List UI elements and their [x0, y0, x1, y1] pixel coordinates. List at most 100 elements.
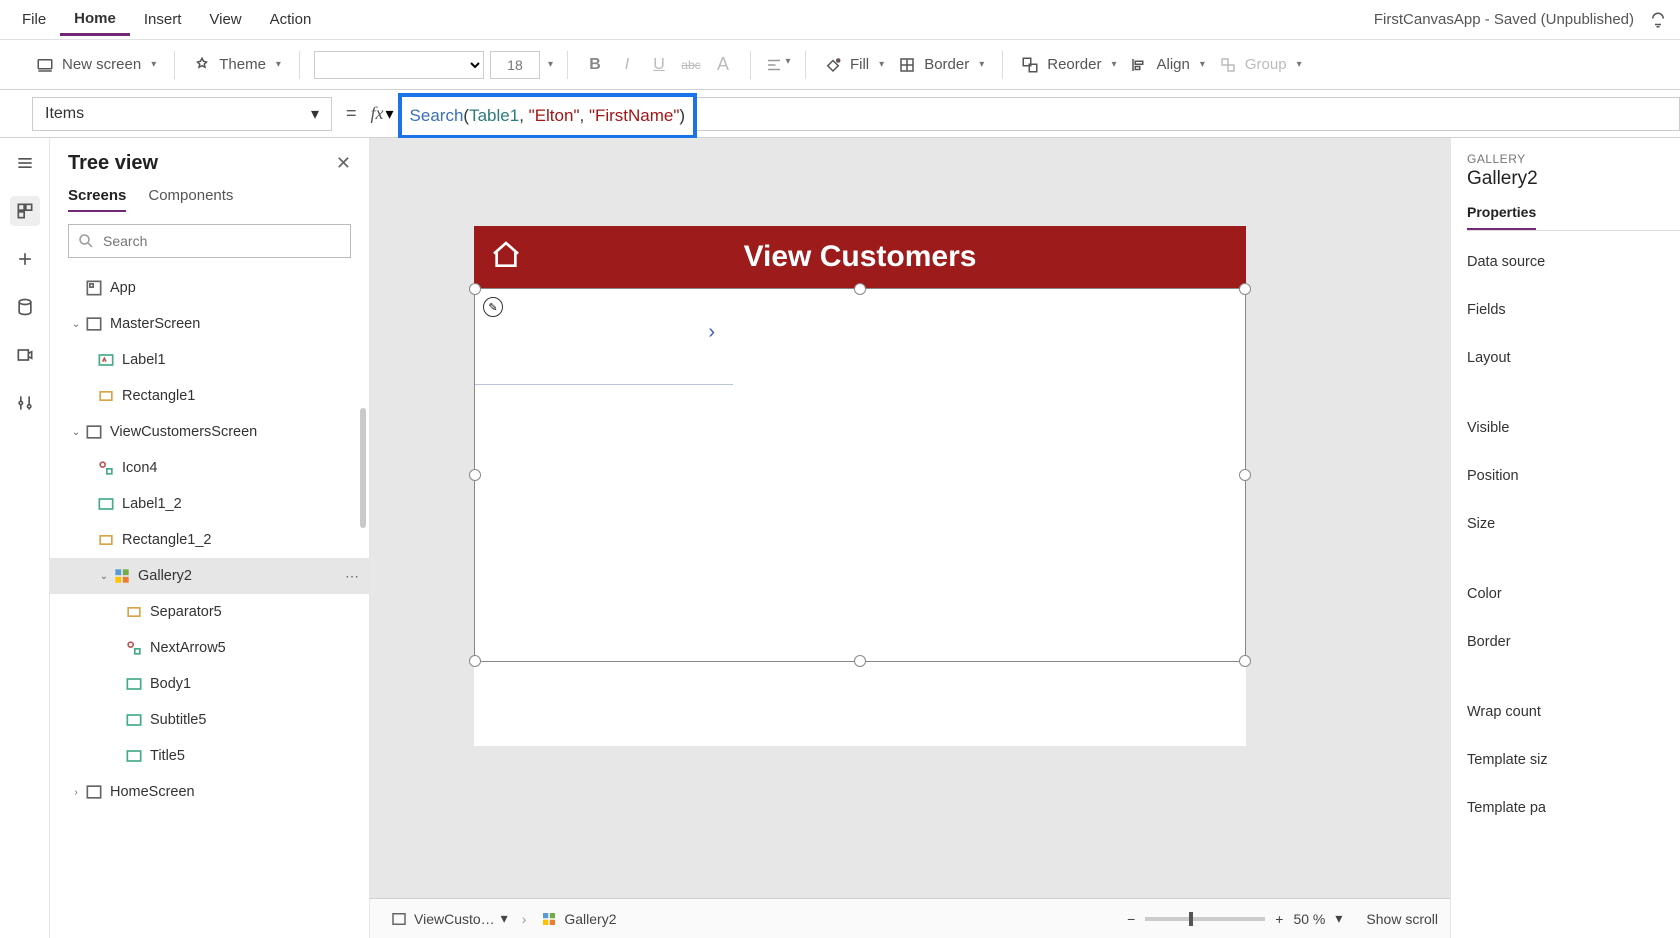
rail-tools-icon[interactable]	[10, 388, 40, 418]
formula-input[interactable]: Search(Table1, "Elton", "FirstName")	[398, 93, 698, 139]
resize-handle[interactable]	[854, 655, 866, 667]
zoom-out-button[interactable]: −	[1127, 911, 1135, 927]
ribbon: New screen▾ Theme▾ ▾ B I U abc A ▾ Fill▾…	[0, 40, 1680, 90]
screen-title: View Customers	[474, 240, 1246, 274]
prop-data-source[interactable]: Data source	[1467, 241, 1680, 283]
resize-handle[interactable]	[854, 283, 866, 295]
fill-label: Fill	[850, 56, 869, 73]
fill-button[interactable]: Fill▾	[820, 56, 888, 74]
tree-node-nextarrow5[interactable]: NextArrow5	[50, 630, 369, 666]
search-input[interactable]	[103, 233, 342, 249]
prop-template-padding[interactable]: Template pa	[1467, 787, 1680, 829]
selected-type: GALLERY	[1467, 152, 1680, 166]
italic-button[interactable]: I	[614, 56, 640, 74]
gallery-item-template[interactable]: ✎ ›	[475, 289, 733, 385]
resize-handle[interactable]	[469, 469, 481, 481]
tree-node-rectangle1[interactable]: Rectangle1	[50, 378, 369, 414]
prop-template-size[interactable]: Template siz	[1467, 739, 1680, 781]
tree-label: Label1	[122, 352, 166, 368]
tree-node-label1[interactable]: Label1	[50, 342, 369, 378]
prop-wrap-count[interactable]: Wrap count	[1467, 691, 1680, 733]
rail-hamburger-icon[interactable]	[10, 148, 40, 178]
formula-fn: Search	[410, 106, 464, 125]
align-button[interactable]: Align▾	[1126, 56, 1208, 74]
reorder-button[interactable]: Reorder▾	[1017, 56, 1120, 74]
tree-label: HomeScreen	[110, 784, 195, 800]
property-selector[interactable]: Items ▾	[32, 97, 332, 131]
menu-view[interactable]: View	[195, 5, 255, 34]
rail-data-icon[interactable]	[10, 292, 40, 322]
screen-header: View Customers	[474, 226, 1246, 288]
tree-node-rectangle1-2[interactable]: Rectangle1_2	[50, 522, 369, 558]
rail-media-icon[interactable]	[10, 340, 40, 370]
prop-fields[interactable]: Fields	[1467, 289, 1680, 331]
scrollbar[interactable]	[360, 408, 366, 528]
status-bar: ViewCusto… ▾ › Gallery2 − + 50 % ▾ Show …	[370, 898, 1450, 938]
prop-size[interactable]: Size	[1467, 503, 1680, 545]
prop-layout[interactable]: Layout	[1467, 337, 1680, 379]
prop-position[interactable]: Position	[1467, 455, 1680, 497]
tree-node-body1[interactable]: Body1	[50, 666, 369, 702]
resize-handle[interactable]	[1239, 283, 1251, 295]
tree-node-viewcustomers[interactable]: ⌄ViewCustomersScreen	[50, 414, 369, 450]
bold-button[interactable]: B	[582, 56, 608, 74]
close-icon[interactable]: ✕	[336, 153, 351, 174]
tab-components[interactable]: Components	[148, 187, 233, 212]
font-color-button[interactable]: A	[710, 54, 736, 75]
menu-insert[interactable]: Insert	[130, 5, 196, 34]
prop-color[interactable]: Color	[1467, 573, 1680, 615]
tab-properties[interactable]: Properties	[1467, 204, 1536, 230]
rail-insert-icon[interactable]	[10, 244, 40, 274]
menu-home[interactable]: Home	[60, 4, 130, 36]
more-icon[interactable]: ⋯	[345, 568, 361, 585]
tree-node-icon4[interactable]: Icon4	[50, 450, 369, 486]
resize-handle[interactable]	[469, 655, 481, 667]
group-label: Group	[1245, 56, 1287, 73]
tab-screens[interactable]: Screens	[68, 187, 126, 212]
fx-chevron-icon[interactable]: ▾	[386, 104, 394, 124]
resize-handle[interactable]	[1239, 655, 1251, 667]
prop-border[interactable]: Border	[1467, 621, 1680, 663]
border-button[interactable]: Border▾	[894, 56, 988, 74]
new-screen-button[interactable]: New screen▾	[32, 56, 160, 74]
search-box[interactable]	[68, 224, 351, 258]
tree-node-subtitle5[interactable]: Subtitle5	[50, 702, 369, 738]
resize-handle[interactable]	[1239, 469, 1251, 481]
tree-label: Gallery2	[138, 568, 192, 584]
tree-node-app[interactable]: App	[50, 270, 369, 306]
font-size-input[interactable]	[490, 51, 540, 79]
prop-visible[interactable]: Visible	[1467, 407, 1680, 449]
tree-node-masterscreen[interactable]: ⌄MasterScreen	[50, 306, 369, 342]
tree-node-separator5[interactable]: Separator5	[50, 594, 369, 630]
canvas-area[interactable]: View Customers ✎ › ViewCusto… ▾	[370, 138, 1450, 938]
group-button[interactable]: Group▾	[1215, 56, 1306, 74]
resize-handle[interactable]	[469, 283, 481, 295]
tree-node-label1-2[interactable]: Label1_2	[50, 486, 369, 522]
formula-comma1: ,	[519, 106, 528, 125]
home-icon[interactable]	[490, 239, 522, 276]
help-icon[interactable]	[1644, 6, 1672, 34]
font-name-select[interactable]	[314, 51, 484, 79]
edit-template-icon[interactable]: ✎	[483, 297, 503, 317]
breadcrumb-screen[interactable]: ViewCusto… ▾	[382, 906, 516, 932]
theme-label: Theme	[219, 56, 266, 73]
breadcrumb-gallery[interactable]: Gallery2	[532, 906, 624, 932]
tree-node-gallery2[interactable]: ⌄Gallery2⋯	[50, 558, 369, 594]
theme-button[interactable]: Theme▾	[189, 56, 285, 74]
formula-comma2: ,	[579, 106, 588, 125]
menu-file[interactable]: File	[8, 5, 60, 34]
tree-node-title5[interactable]: Title5	[50, 738, 369, 774]
gallery-selection[interactable]: ✎ ›	[474, 288, 1246, 662]
breadcrumb-label: ViewCusto…	[414, 911, 495, 927]
zoom-slider[interactable]	[1145, 917, 1265, 921]
underline-button[interactable]: U	[646, 56, 672, 74]
next-arrow-icon[interactable]: ›	[708, 321, 715, 344]
menu-action[interactable]: Action	[256, 5, 326, 34]
zoom-in-button[interactable]: +	[1275, 911, 1283, 927]
tree-node-homescreen[interactable]: ›HomeScreen	[50, 774, 369, 810]
strikethrough-button[interactable]: abc	[678, 58, 704, 72]
text-align-button[interactable]: ▾	[765, 56, 791, 74]
rail-treeview-icon[interactable]	[10, 196, 40, 226]
tree-label: App	[110, 280, 136, 296]
fx-icon[interactable]: fx	[371, 103, 386, 124]
